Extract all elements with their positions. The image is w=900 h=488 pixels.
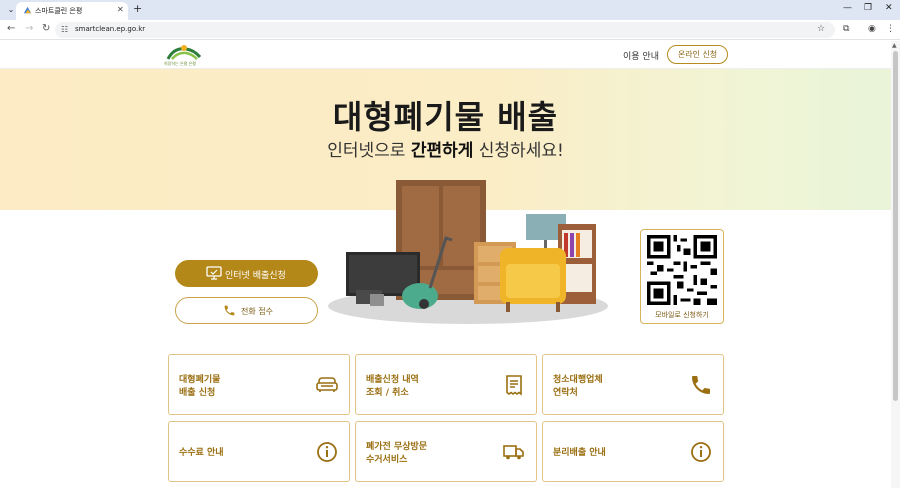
- card-bulky-waste-apply[interactable]: 대형폐기물배출 신청: [168, 354, 350, 415]
- card-appliance-pickup[interactable]: 폐가전 무상방문수거서비스: [355, 421, 537, 482]
- internet-apply-button[interactable]: 인터넷 배출신청: [175, 260, 318, 287]
- card-line2: 수거서비스: [366, 455, 408, 465]
- card-line1: 배출신청 내역: [366, 375, 419, 385]
- menu-icon[interactable]: ⋮: [886, 24, 895, 34]
- mobile-qr-card[interactable]: 모바일로 신청하기: [640, 229, 724, 324]
- tab-close-icon[interactable]: ✕: [117, 5, 124, 14]
- site-info-icon[interactable]: ☷: [61, 25, 68, 34]
- address-bar[interactable]: ☷ smartclean.ep.go.kr ☆: [55, 22, 835, 38]
- profile-icon[interactable]: ◉: [868, 24, 876, 34]
- qr-label: 모바일로 신청하기: [655, 311, 709, 319]
- site-logo[interactable]: 희망하는 은평 은평: [164, 43, 204, 67]
- browser-tabstrip: ⌄ 스마트클린 은평 ✕ + — ❐ ✕: [0, 0, 900, 20]
- furniture-illustration: [328, 180, 608, 324]
- bookmark-star-icon[interactable]: ☆: [817, 24, 825, 34]
- scroll-thumb[interactable]: [893, 51, 898, 401]
- info-icon: [317, 442, 337, 462]
- subtitle-emphasis: 간편하게: [410, 141, 474, 161]
- card-line1: 청소대행업체: [553, 375, 603, 385]
- browser-toolbar: ← → ↻ ☷ smartclean.ep.go.kr ☆ ⧉ ◉ ⋮: [0, 20, 900, 40]
- phone-icon: [224, 305, 235, 316]
- subtitle-text: 인터넷으로: [327, 141, 411, 161]
- truck-icon: [503, 445, 524, 460]
- card-title: 배출신청 내역조회 / 취소: [366, 374, 419, 400]
- new-tab-icon[interactable]: +: [133, 2, 142, 15]
- url-text[interactable]: smartclean.ep.go.kr: [75, 25, 145, 33]
- browser-tab[interactable]: 스마트클린 은평 ✕: [16, 2, 128, 20]
- card-fee-guide[interactable]: 수수료 안내: [168, 421, 350, 482]
- card-line2: 조회 / 취소: [366, 388, 409, 398]
- internet-apply-label: 인터넷 배출신청: [225, 271, 286, 281]
- card-title: 폐가전 무상방문수거서비스: [366, 441, 427, 467]
- card-line2: 연락처: [553, 388, 578, 398]
- card-title: 수수료 안내: [179, 447, 224, 460]
- tab-title: 스마트클린 은평: [35, 7, 83, 15]
- phone-apply-button[interactable]: 전화 접수: [175, 297, 318, 324]
- qr-code-icon: [647, 235, 717, 305]
- card-title: 청소대행업체연락처: [553, 374, 603, 400]
- card-line1: 폐가전 무상방문: [366, 442, 428, 452]
- close-window-icon[interactable]: ✕: [885, 3, 893, 13]
- scroll-up-icon[interactable]: ▲: [892, 42, 897, 49]
- hero-subtitle: 인터넷으로 간편하게 신청하세요!: [0, 136, 891, 161]
- restore-icon[interactable]: ❐: [864, 3, 872, 13]
- info-icon: [691, 442, 711, 462]
- nav-apply-button[interactable]: 온라인 신청: [667, 45, 728, 64]
- sofa-icon: [316, 377, 338, 392]
- site-header: 희망하는 은평 은평 이용 안내 온라인 신청: [0, 41, 891, 69]
- card-line2: 배출 신청: [179, 388, 216, 398]
- phone-icon: [692, 376, 710, 394]
- back-icon[interactable]: ←: [7, 23, 15, 34]
- card-contractor-contacts[interactable]: 청소대행업체연락처: [542, 354, 724, 415]
- forward-icon[interactable]: →: [25, 23, 33, 34]
- card-history[interactable]: 배출신청 내역조회 / 취소: [355, 354, 537, 415]
- monitor-icon: [206, 266, 222, 280]
- card-line1: 수수료 안내: [179, 448, 224, 458]
- card-recycling-guide[interactable]: 분리배출 안내: [542, 421, 724, 482]
- card-title: 분리배출 안내: [553, 447, 606, 460]
- card-line1: 대형폐기물: [179, 375, 221, 385]
- logo-mark-icon: [166, 45, 202, 60]
- hero-title: 대형폐기물 배출: [332, 98, 559, 136]
- card-title: 대형폐기물배출 신청: [179, 374, 220, 400]
- logo-text: 희망하는 은평 은평: [164, 61, 196, 66]
- minimize-icon[interactable]: —: [843, 3, 852, 13]
- nav-guide-link[interactable]: 이용 안내: [623, 49, 659, 62]
- favicon-icon: [23, 6, 32, 14]
- extensions-icon[interactable]: ⧉: [843, 24, 849, 34]
- reload-icon[interactable]: ↻: [42, 23, 50, 34]
- page-scrollbar[interactable]: ▲: [891, 41, 900, 488]
- card-line1: 분리배출 안내: [553, 448, 606, 458]
- subtitle-text-end: 신청하세요!: [473, 141, 564, 161]
- receipt-icon: [506, 375, 522, 396]
- phone-apply-label: 전화 접수: [241, 307, 273, 316]
